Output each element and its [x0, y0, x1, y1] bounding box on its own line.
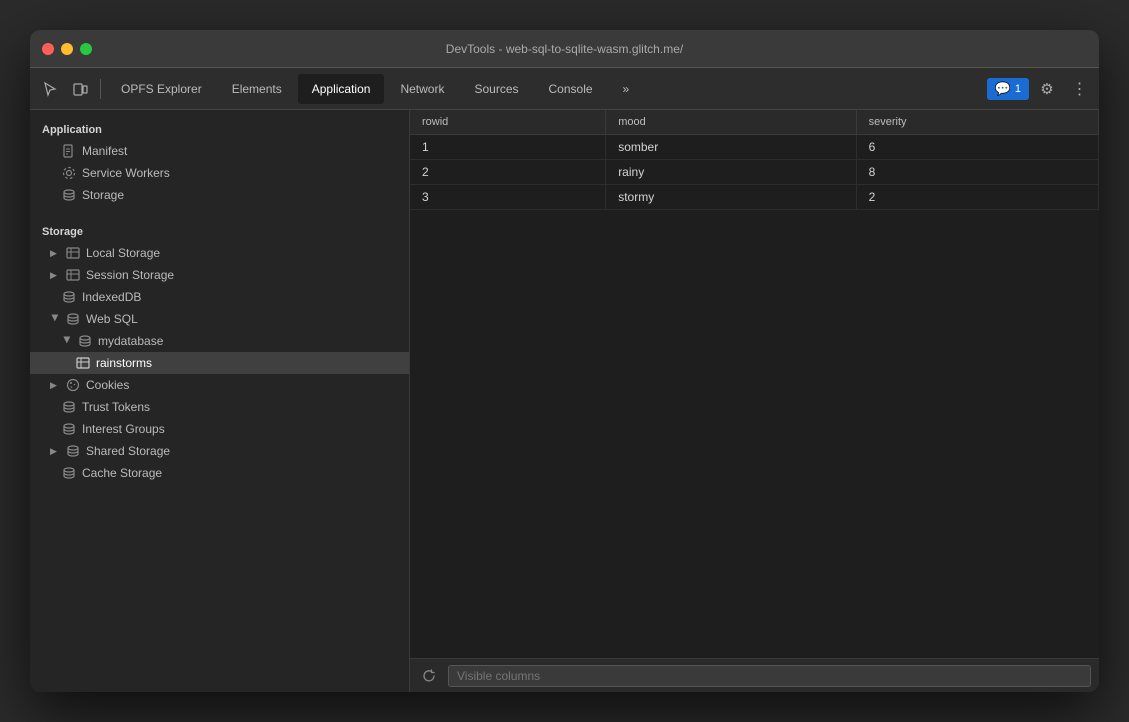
db-icon	[62, 422, 76, 436]
chevron-icon: ▶	[50, 380, 60, 391]
sidebar-item-mydatabase[interactable]: ▶ mydatabase	[30, 330, 409, 352]
data-table: rowid mood severity 1somber62rainy83stor…	[410, 110, 1099, 210]
gear-icon	[62, 166, 76, 180]
table-row[interactable]: 1somber6	[410, 135, 1099, 160]
devtools-window: DevTools - web-sql-to-sqlite-wasm.glitch…	[30, 30, 1099, 692]
storage-icon	[62, 188, 76, 202]
storage-section-label: Storage	[30, 220, 409, 242]
cursor-icon	[42, 81, 58, 97]
chat-badge-button[interactable]: 💬 1	[987, 78, 1029, 100]
sidebar-item-web-sql[interactable]: ▶ Web SQL	[30, 308, 409, 330]
db-icon	[62, 400, 76, 414]
sidebar-item-interest-groups[interactable]: Interest Groups	[30, 418, 409, 440]
sidebar-item-local-storage[interactable]: ▶ Local Storage	[30, 242, 409, 264]
sidebar-item-storage-app[interactable]: Storage	[30, 184, 409, 206]
table-cell: 8	[856, 160, 1098, 185]
sidebar-item-rainstorms[interactable]: rainstorms	[30, 352, 409, 374]
gear-icon: ⚙	[1040, 80, 1053, 98]
table-icon	[76, 356, 90, 370]
visible-columns-input[interactable]	[448, 665, 1091, 687]
sidebar-item-service-workers[interactable]: Service Workers	[30, 162, 409, 184]
sidebar-item-cache-storage[interactable]: Cache Storage	[30, 462, 409, 484]
app-section-label: Application	[30, 118, 409, 140]
table-icon	[66, 246, 80, 260]
table-row[interactable]: 3stormy2	[410, 185, 1099, 210]
table-cell: 1	[410, 135, 606, 160]
device-icon	[72, 81, 88, 97]
close-button[interactable]	[42, 43, 54, 55]
col-header-severity: severity	[856, 110, 1098, 135]
col-header-rowid: rowid	[410, 110, 606, 135]
titlebar: DevTools - web-sql-to-sqlite-wasm.glitch…	[30, 30, 1099, 68]
chevron-icon: ▶	[50, 248, 60, 259]
col-header-mood: mood	[606, 110, 856, 135]
chevron-icon: ▶	[50, 270, 60, 281]
table-row[interactable]: 2rainy8	[410, 160, 1099, 185]
inspect-element-button[interactable]	[36, 75, 64, 103]
sidebar-item-manifest[interactable]: Manifest	[30, 140, 409, 162]
db-icon	[78, 334, 92, 348]
refresh-icon	[422, 669, 436, 683]
tab-console[interactable]: Console	[535, 74, 607, 104]
chevron-open-icon: ▶	[50, 314, 61, 324]
tab-application[interactable]: Application	[298, 74, 385, 104]
table-cell: rainy	[606, 160, 856, 185]
db-icon	[66, 444, 80, 458]
ellipsis-icon: ⋮	[1072, 79, 1087, 99]
db-icon	[62, 466, 76, 480]
table-cell: 3	[410, 185, 606, 210]
table-cell: 2	[410, 160, 606, 185]
sidebar-item-session-storage[interactable]: ▶ Session Storage	[30, 264, 409, 286]
db-icon	[66, 312, 80, 326]
sidebar-item-shared-storage[interactable]: ▶ Shared Storage	[30, 440, 409, 462]
sidebar-item-trust-tokens[interactable]: Trust Tokens	[30, 396, 409, 418]
tab-network[interactable]: Network	[386, 74, 458, 104]
maximize-button[interactable]	[80, 43, 92, 55]
db-icon	[62, 290, 76, 304]
data-table-area: rowid mood severity 1somber62rainy83stor…	[410, 110, 1099, 658]
traffic-lights	[42, 43, 92, 55]
table-icon	[66, 268, 80, 282]
window-title: DevTools - web-sql-to-sqlite-wasm.glitch…	[446, 42, 683, 56]
chat-icon: 💬	[995, 81, 1011, 97]
table-cell: 6	[856, 135, 1098, 160]
table-footer	[410, 658, 1099, 692]
table-cell: somber	[606, 135, 856, 160]
toolbar: OPFS Explorer Elements Application Netwo…	[30, 68, 1099, 110]
tab-more[interactable]: »	[609, 74, 644, 104]
more-options-button[interactable]: ⋮	[1065, 75, 1093, 103]
chevron-icon: ▶	[50, 446, 60, 457]
toolbar-separator	[100, 79, 101, 99]
table-cell: 2	[856, 185, 1098, 210]
tab-opfs-explorer[interactable]: OPFS Explorer	[107, 74, 216, 104]
table-cell: stormy	[606, 185, 856, 210]
tab-sources[interactable]: Sources	[460, 74, 532, 104]
sidebar: Application Manifest	[30, 110, 410, 692]
refresh-button[interactable]	[418, 665, 440, 687]
file-icon	[62, 144, 76, 158]
content-area: rowid mood severity 1somber62rainy83stor…	[410, 110, 1099, 692]
main-content: Application Manifest	[30, 110, 1099, 692]
minimize-button[interactable]	[61, 43, 73, 55]
sidebar-item-cookies[interactable]: ▶ Cookies	[30, 374, 409, 396]
tab-elements[interactable]: Elements	[218, 74, 296, 104]
toolbar-right: 💬 1 ⚙ ⋮	[987, 75, 1093, 103]
chevron-open-icon: ▶	[62, 336, 73, 346]
cookie-icon	[66, 378, 80, 392]
device-toggle-button[interactable]	[66, 75, 94, 103]
sidebar-item-indexeddb[interactable]: IndexedDB	[30, 286, 409, 308]
settings-button[interactable]: ⚙	[1033, 75, 1061, 103]
